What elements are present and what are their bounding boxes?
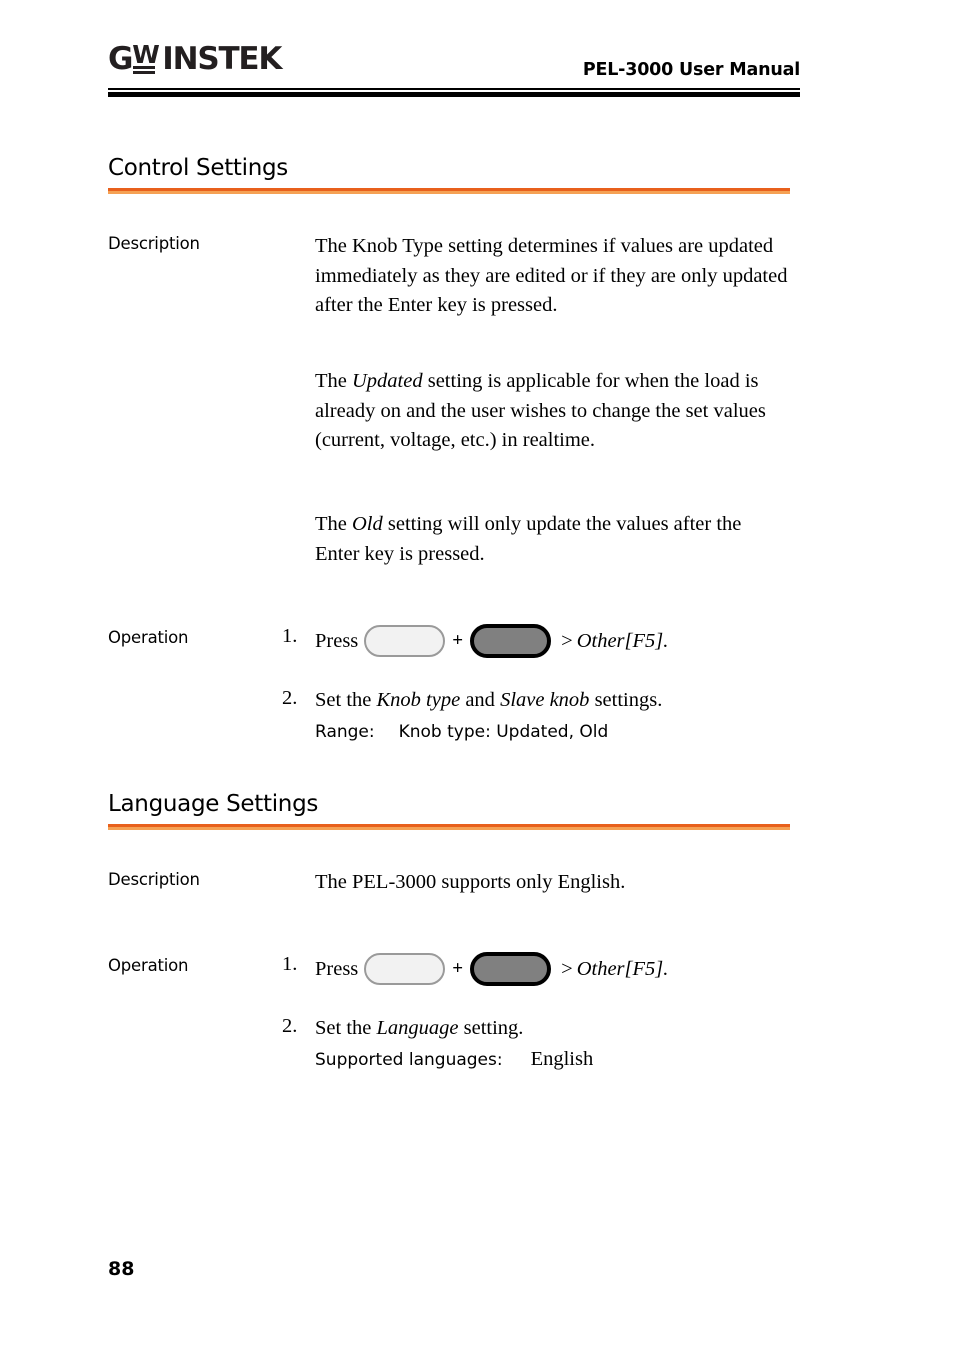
header-rule-thick bbox=[108, 92, 800, 97]
step-number-1-control: 1. bbox=[282, 625, 298, 647]
press-word: Press bbox=[315, 957, 359, 980]
press-word: Press bbox=[315, 629, 359, 652]
step-run: Set the bbox=[315, 1017, 377, 1039]
supported-languages-value: English bbox=[530, 1048, 594, 1070]
operation-step-1-language: Press + > Other[F5]. bbox=[315, 952, 668, 986]
operation-step-1-control: Press + > Other[F5]. bbox=[315, 624, 668, 658]
step-number-2-language: 2. bbox=[282, 1015, 298, 1037]
step-run: Set the bbox=[315, 689, 377, 711]
logo-w-mark: W bbox=[132, 40, 160, 75]
supported-languages-label: Supported languages: bbox=[315, 1050, 503, 1070]
step-run: settings. bbox=[589, 689, 663, 711]
page-number: 88 bbox=[108, 1258, 135, 1280]
description-label-control: Description bbox=[108, 234, 200, 253]
step-run: and bbox=[460, 689, 501, 711]
document-page: G W INSTEK PEL-3000 User Manual Control … bbox=[0, 0, 954, 1349]
description-paragraph-language: The PEL-3000 supports only English. bbox=[315, 868, 795, 898]
operation-step-2-language: Set the Language setting. bbox=[315, 1014, 523, 1044]
paragraph-run-italic: Old bbox=[352, 513, 383, 535]
chevron-right-separator: > bbox=[561, 629, 573, 652]
section-heading-control-settings: Control Settings bbox=[108, 155, 288, 181]
gw-instek-logo: G W INSTEK bbox=[108, 40, 282, 77]
paragraph-run: The bbox=[315, 370, 352, 392]
header-rule-thin bbox=[108, 88, 800, 90]
description-paragraph-3: The Old setting will only update the val… bbox=[315, 510, 785, 569]
paragraph-run: The bbox=[315, 513, 352, 535]
section-rule-bottom bbox=[108, 191, 790, 194]
menu-target-other-f5: Other[F5]. bbox=[576, 957, 669, 980]
operation-label-control: Operation bbox=[108, 628, 189, 647]
function-key-blank-icon[interactable] bbox=[470, 624, 552, 658]
operation-label-language: Operation bbox=[108, 956, 189, 975]
section-rule-language-settings bbox=[108, 824, 790, 830]
step-run: setting. bbox=[458, 1017, 524, 1039]
manual-title: PEL-3000 User Manual bbox=[582, 60, 800, 80]
logo-word-instek: INSTEK bbox=[162, 41, 282, 77]
section-heading-language-settings: Language Settings bbox=[108, 791, 319, 817]
range-label: Range: bbox=[315, 722, 375, 742]
supported-languages-line: Supported languages: English bbox=[315, 1045, 593, 1076]
step-run-italic: Language bbox=[376, 1017, 459, 1039]
menu-target-other-f5: Other[F5]. bbox=[576, 629, 669, 652]
description-paragraph-2: The Updated setting is applicable for wh… bbox=[315, 367, 795, 456]
plus-symbol: + bbox=[452, 630, 464, 651]
range-line-control: Range: Knob type: Updated, Old bbox=[315, 717, 608, 748]
logo-letter-g: G bbox=[108, 41, 133, 77]
section-rule-bottom bbox=[108, 827, 790, 830]
step-number-1-language: 1. bbox=[282, 953, 298, 975]
paragraph-run: The Knob Type setting determines if valu… bbox=[315, 235, 788, 316]
logo-underbar-top bbox=[133, 66, 156, 69]
logo-underbar-bottom bbox=[133, 71, 156, 74]
soft-key-blank-icon[interactable] bbox=[364, 625, 446, 657]
range-value: Knob type: Updated, Old bbox=[398, 722, 609, 742]
step-run-italic: Knob type bbox=[376, 689, 461, 711]
function-key-blank-icon[interactable] bbox=[470, 952, 552, 986]
section-rule-control-settings bbox=[108, 188, 790, 194]
description-paragraph-1: The Knob Type setting determines if valu… bbox=[315, 232, 800, 321]
step-number-2-control: 2. bbox=[282, 687, 298, 709]
paragraph-run-italic: Updated bbox=[352, 370, 423, 392]
operation-step-2-control: Set the Knob type and Slave knob setting… bbox=[315, 686, 662, 716]
logo-letter-w: W bbox=[132, 40, 160, 69]
step-run-italic: Slave knob bbox=[500, 689, 590, 711]
chevron-right-separator: > bbox=[561, 957, 573, 980]
soft-key-blank-icon[interactable] bbox=[364, 953, 446, 985]
description-label-language: Description bbox=[108, 870, 200, 889]
plus-symbol: + bbox=[452, 958, 464, 979]
paragraph-run: The PEL-3000 supports only English. bbox=[315, 871, 626, 893]
